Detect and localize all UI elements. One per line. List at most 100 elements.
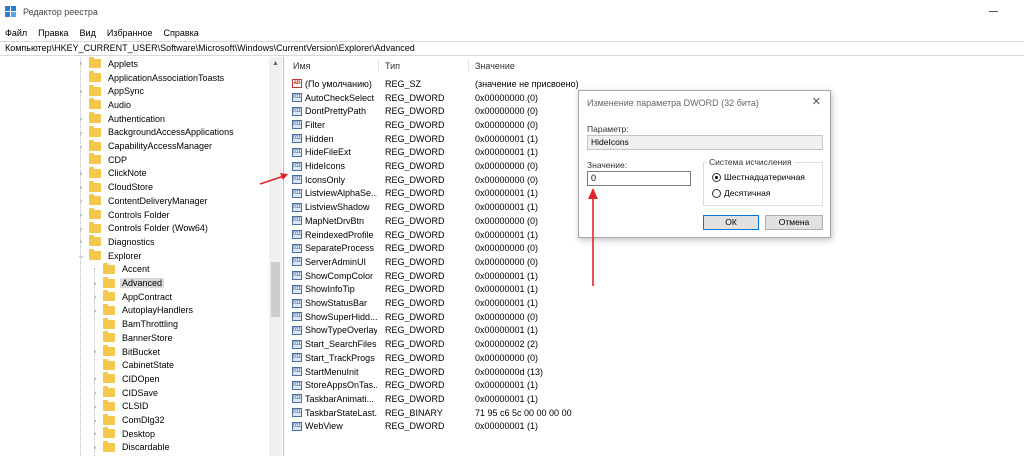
chevron-right-icon[interactable]: › (77, 169, 85, 178)
value-type: REG_DWORD (385, 298, 445, 309)
tree-item[interactable]: › AppSync (77, 84, 146, 98)
menu-item[interactable]: Избранное (107, 28, 153, 38)
radio-unselected-icon[interactable] (712, 188, 721, 198)
chevron-right-icon[interactable]: › (77, 87, 85, 96)
tree-item[interactable]: › CloudStore (77, 180, 155, 194)
value-input[interactable]: 0 (587, 171, 691, 186)
value-row[interactable]: 011 ShowInfoTip REG_DWORD 0x00000001 (1) (286, 283, 1024, 297)
tree-scrollbar[interactable]: ▲ (269, 57, 282, 456)
chevron-right-icon[interactable]: › (91, 443, 99, 452)
menu-item[interactable]: Справка (163, 28, 198, 38)
value-row[interactable]: ab (По умолчанию) REG_SZ (значение не присв… (286, 77, 1024, 91)
chevron-right-icon[interactable]: › (91, 347, 99, 356)
menu-item[interactable]: Вид (80, 28, 96, 38)
chevron-right-icon[interactable]: › (91, 279, 99, 288)
folder-icon (89, 221, 101, 233)
tree-item[interactable]: › Controls Folder (Wow64) (77, 221, 210, 235)
tree-item[interactable]: › AutoplayHandlers (91, 303, 195, 318)
tree-item[interactable]: ⌄ Explorer (77, 249, 144, 263)
radio-hex[interactable]: Шестнадцатеричная (712, 172, 805, 182)
edit-dword-dialog: Изменение параметра DWORD (32 бита) ✕ Па… (578, 90, 831, 238)
value-row[interactable]: 011 Start_SearchFiles REG_DWORD 0x00000002 … (286, 337, 1024, 351)
chevron-right-icon[interactable]: › (91, 374, 99, 383)
tree-item[interactable]: › Discardable (91, 440, 172, 455)
chevron-right-icon[interactable]: › (77, 114, 85, 123)
value-row[interactable]: 011 WebView REG_DWORD 0x00000001 (1) (286, 420, 1024, 434)
ok-button[interactable]: ОК (703, 215, 759, 230)
tree-item[interactable]: › AppContract (91, 290, 174, 304)
chevron-right-icon[interactable]: › (77, 237, 85, 246)
chevron-right-icon[interactable]: › (91, 402, 99, 411)
value-row[interactable]: 011 ShowCompColor REG_DWORD 0x00000001 (1) (286, 269, 1024, 283)
tree-item[interactable]: › CLSID (91, 399, 151, 414)
tree-item[interactable]: › Desktop (91, 427, 157, 441)
cancel-button[interactable]: Отмена (765, 215, 823, 230)
value-name: ShowTypeOverlay (305, 325, 377, 336)
tree-item[interactable]: › Diagnostics (77, 235, 157, 249)
folder-icon (89, 71, 101, 83)
value-row[interactable]: 011 SeparateProcess REG_DWORD 0x00000000 (0… (286, 241, 1024, 255)
value-row[interactable]: 011 Start_TrackProgs REG_DWORD 0x00000000 (… (286, 351, 1024, 365)
chevron-right-icon[interactable]: › (91, 416, 99, 425)
chevron-right-icon[interactable]: › (91, 292, 99, 301)
chevron-down-icon[interactable]: ⌄ (77, 251, 85, 260)
column-name[interactable]: Имя (293, 61, 311, 71)
column-type[interactable]: Тип (385, 61, 400, 71)
folder-icon (89, 125, 101, 137)
scrollbar-thumb[interactable] (271, 262, 280, 317)
tree-item[interactable]: CDP (77, 153, 129, 167)
value-type: REG_DWORD (385, 174, 445, 185)
tree-item[interactable]: BamThrottling (91, 317, 180, 331)
tree-item[interactable]: › CIDOpen (91, 372, 162, 386)
address-bar[interactable]: Компьютер\HKEY_CURRENT_USER\Software\Mic… (0, 41, 1024, 56)
tree-item[interactable]: › Authentication (77, 112, 167, 126)
chevron-right-icon[interactable]: › (91, 306, 99, 315)
tree-item[interactable]: Audio (77, 98, 133, 112)
menu-item[interactable]: Правка (38, 28, 68, 38)
chevron-right-icon[interactable]: › (91, 388, 99, 397)
tree-item[interactable]: › BackgroundAccessApplications (77, 125, 236, 140)
chevron-right-icon[interactable]: › (77, 59, 85, 68)
tree-item[interactable]: › BitBucket (91, 345, 162, 359)
tree-item[interactable]: CabinetState (91, 358, 176, 372)
tree-item[interactable]: Accent (91, 262, 152, 277)
tree-item[interactable]: › ClickNote (77, 166, 149, 181)
value-name: ShowStatusBar (305, 298, 368, 309)
tree-item[interactable]: › ContentDeliveryManager (77, 194, 210, 208)
radio-dec[interactable]: Десятичная (712, 188, 770, 198)
value-row[interactable]: 011 TaskbarStateLast... REG_BINARY 71 95 c6… (286, 406, 1024, 420)
chevron-right-icon[interactable]: › (77, 183, 85, 192)
close-icon[interactable]: ✕ (812, 95, 821, 108)
tree-item[interactable]: › CIDSave (91, 386, 160, 400)
chevron-right-icon[interactable]: › (91, 429, 99, 438)
column-separator[interactable] (378, 59, 379, 72)
chevron-right-icon[interactable]: › (77, 142, 85, 151)
menu-item[interactable]: Файл (5, 28, 27, 38)
column-separator[interactable] (468, 59, 469, 72)
minimize-button[interactable] (989, 11, 998, 12)
tree-item[interactable]: ApplicationAssociationToasts (77, 71, 226, 85)
value-name: IconsOnly (305, 174, 346, 185)
value-row[interactable]: 011 ShowSuperHidd... REG_DWORD 0x00000000 (… (286, 310, 1024, 324)
value-row[interactable]: 011 StartMenuInit REG_DWORD 0x0000000d (13) (286, 365, 1024, 379)
chevron-right-icon[interactable]: › (77, 128, 85, 137)
value-row[interactable]: 011 TaskbarAnimati... REG_DWORD 0x00000001 … (286, 392, 1024, 406)
tree-item[interactable]: › Advanced (91, 276, 165, 290)
value-row[interactable]: 011 ShowTypeOverlay REG_DWORD 0x00000001 (1… (286, 324, 1024, 338)
chevron-right-icon[interactable]: › (77, 196, 85, 205)
radio-selected-icon[interactable] (712, 172, 721, 182)
tree-item[interactable]: › CapabilityAccessManager (77, 139, 214, 153)
tree-item[interactable]: › ComDlg32 (91, 413, 167, 427)
tree-item[interactable]: › Applets (77, 57, 140, 71)
tree-item-label: BamThrottling (122, 319, 179, 330)
scroll-up-icon[interactable]: ▲ (272, 60, 279, 67)
chevron-right-icon[interactable]: › (77, 224, 85, 233)
tree-item[interactable]: › Controls Folder (77, 208, 172, 222)
column-value[interactable]: Значение (475, 61, 515, 71)
value-row[interactable]: 011 StoreAppsOnTas... REG_DWORD 0x00000001 … (286, 378, 1024, 392)
chevron-right-icon[interactable]: › (77, 210, 85, 219)
tree-item[interactable]: BannerStore (91, 331, 175, 345)
value-row[interactable]: 011 ServerAdminUI REG_DWORD 0x00000000 (0) (286, 255, 1024, 269)
value-name: ShowSuperHidd... (305, 311, 377, 322)
value-row[interactable]: 011 ShowStatusBar REG_DWORD 0x00000001 (1) (286, 296, 1024, 310)
